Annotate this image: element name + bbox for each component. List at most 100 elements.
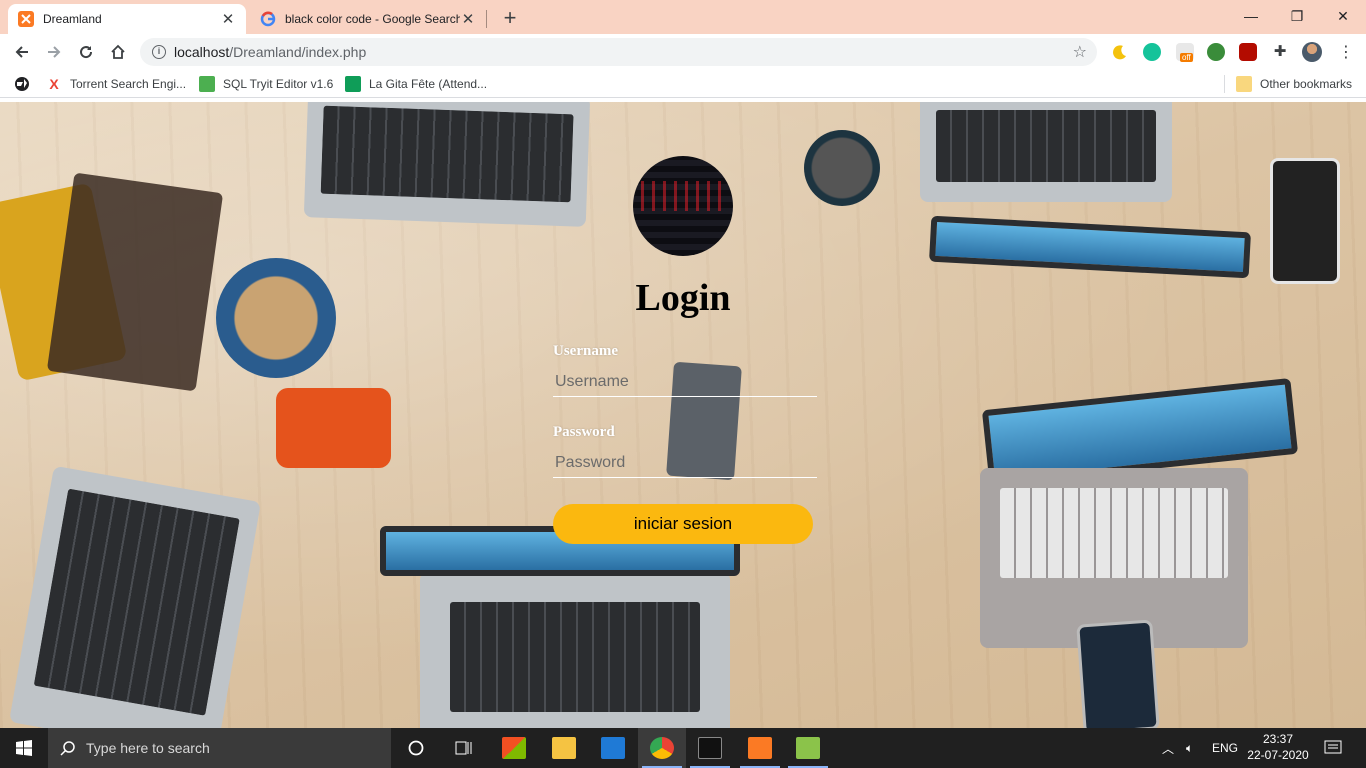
address-bar[interactable]: i localhost/Dreamland/index.php ☆ <box>140 38 1097 66</box>
folder-icon <box>1236 76 1252 92</box>
username-input[interactable] <box>553 367 817 397</box>
new-tab-button[interactable]: + <box>498 5 522 31</box>
bookmark-label: La Gita Fête (Attend... <box>369 77 488 91</box>
taskbar-chrome[interactable] <box>638 728 686 768</box>
restore-button[interactable]: ❐ <box>1274 4 1320 28</box>
login-submit-button[interactable]: iniciar sesion <box>553 504 813 544</box>
back-button[interactable] <box>10 40 34 64</box>
task-view-icon <box>455 741 472 755</box>
notification-icon <box>1324 740 1342 754</box>
bookmark-star-icon[interactable]: ☆ <box>1073 42 1087 62</box>
close-window-button[interactable]: ✕ <box>1320 4 1366 28</box>
tab-strip: Dreamland ✕ black color code - Google Se… <box>0 0 1366 34</box>
background-laptop <box>920 102 1172 202</box>
home-button[interactable] <box>106 40 130 64</box>
background-bowl <box>216 258 336 378</box>
language-label: ENG <box>1212 741 1239 755</box>
bookmark-sql-tryit[interactable]: SQL Tryit Editor v1.6 <box>199 76 333 92</box>
tab-google-search[interactable]: black color code - Google Search ✕ <box>250 4 486 34</box>
background-phone <box>1270 158 1340 284</box>
apps-shortcut[interactable] <box>14 76 38 92</box>
terminal-icon <box>698 737 722 759</box>
arrow-right-icon <box>48 46 61 58</box>
username-label: Username <box>553 343 618 359</box>
bookmarks-bar: X Torrent Search Engi... SQL Tryit Edito… <box>0 70 1366 98</box>
background-laptop-screen <box>929 215 1251 279</box>
language-indicator[interactable]: ENG <box>1212 728 1238 768</box>
google-icon <box>260 11 276 27</box>
taskbar-terminal[interactable] <box>686 728 734 768</box>
grammarly-icon[interactable] <box>1143 43 1161 61</box>
background-notebook <box>46 172 224 392</box>
bookmark-torrent-search[interactable]: X Torrent Search Engi... <box>46 76 186 92</box>
site-info-icon[interactable]: i <box>152 45 166 59</box>
task-view-button[interactable] <box>440 728 488 768</box>
reload-icon <box>80 46 93 59</box>
w3schools-icon <box>199 76 215 92</box>
clock-time: 23:37 <box>1262 732 1294 746</box>
password-label: Password <box>553 424 615 440</box>
extension-badge: off <box>1180 53 1193 62</box>
acrobat-icon[interactable] <box>1239 43 1257 61</box>
arrow-left-icon <box>15 46 28 58</box>
action-center-button[interactable] <box>1324 728 1342 768</box>
tab-dreamland[interactable]: Dreamland ✕ <box>8 4 246 34</box>
address-url: localhost/Dreamland/index.php <box>174 44 367 60</box>
login-title: Login <box>635 277 731 319</box>
globe-extension-icon[interactable] <box>1207 43 1225 61</box>
browser-toolbar: i localhost/Dreamland/index.php ☆ off ✚ … <box>0 34 1366 70</box>
password-input[interactable] <box>553 448 817 478</box>
logo-image <box>633 156 733 256</box>
start-button[interactable] <box>0 728 48 768</box>
profile-avatar[interactable] <box>1302 42 1322 62</box>
notepad-icon <box>796 737 820 759</box>
folder-icon <box>552 737 576 759</box>
background-laptop <box>9 465 261 728</box>
tab-title: Dreamland <box>43 12 102 26</box>
tab-title: black color code - Google Search <box>285 12 460 26</box>
taskbar-file-explorer[interactable] <box>540 728 588 768</box>
chevron-up-icon: ︿ <box>1162 741 1175 756</box>
globe-icon <box>15 77 29 91</box>
windows-logo-icon <box>16 740 32 756</box>
mail-icon <box>601 737 625 759</box>
other-bookmarks-folder[interactable]: Other bookmarks <box>1236 76 1352 92</box>
windows-taskbar: Type here to search ︿ 🔈︎ ENG 23:37 22-07… <box>0 728 1366 768</box>
background-laptop <box>420 572 730 728</box>
chrome-icon <box>650 737 674 759</box>
taskbar-notepad[interactable] <box>784 728 832 768</box>
taskbar-xampp[interactable] <box>736 728 784 768</box>
taskbar-store[interactable] <box>490 728 538 768</box>
volume-button[interactable]: 🔈︎ <box>1186 728 1193 768</box>
minimize-button[interactable]: — <box>1228 4 1274 28</box>
torrent-icon: X <box>49 76 59 92</box>
sheets-icon <box>345 76 361 92</box>
forward-button[interactable] <box>42 40 66 64</box>
taskbar-search[interactable]: Type here to search <box>48 728 391 768</box>
bookmarks-separator <box>1224 75 1225 93</box>
reload-button[interactable] <box>74 40 98 64</box>
page-viewport: Login Username Password iniciar sesion <box>0 102 1366 728</box>
cortana-button[interactable] <box>392 728 440 768</box>
bookmark-la-gita-fete[interactable]: La Gita Fête (Attend... <box>345 76 487 92</box>
clock-date: 22-07-2020 <box>1247 748 1309 762</box>
show-hidden-icons[interactable]: ︿ <box>1162 728 1174 768</box>
background-cup <box>804 130 880 206</box>
taskbar-clock[interactable]: 23:37 22-07-2020 <box>1244 731 1312 763</box>
other-bookmarks-label: Other bookmarks <box>1260 77 1353 91</box>
close-tab-icon[interactable]: ✕ <box>220 10 236 28</box>
xampp-icon <box>18 11 34 27</box>
dark-mode-extension-icon[interactable] <box>1111 43 1129 61</box>
shopping-extension-icon[interactable]: off <box>1176 43 1194 62</box>
search-placeholder: Type here to search <box>86 740 210 756</box>
close-tab-icon[interactable]: ✕ <box>460 10 476 28</box>
taskbar-mail[interactable] <box>589 728 637 768</box>
bookmark-label: SQL Tryit Editor v1.6 <box>223 77 334 91</box>
xampp-icon <box>748 737 772 759</box>
bookmark-label: Torrent Search Engi... <box>70 77 187 91</box>
microsoft-store-icon <box>502 737 526 759</box>
extensions-puzzle-icon[interactable]: ✚ <box>1271 43 1289 61</box>
background-hard-drive <box>276 388 391 468</box>
tab-separator <box>486 10 487 28</box>
menu-kebab-icon[interactable]: ⋮ <box>1334 40 1358 64</box>
